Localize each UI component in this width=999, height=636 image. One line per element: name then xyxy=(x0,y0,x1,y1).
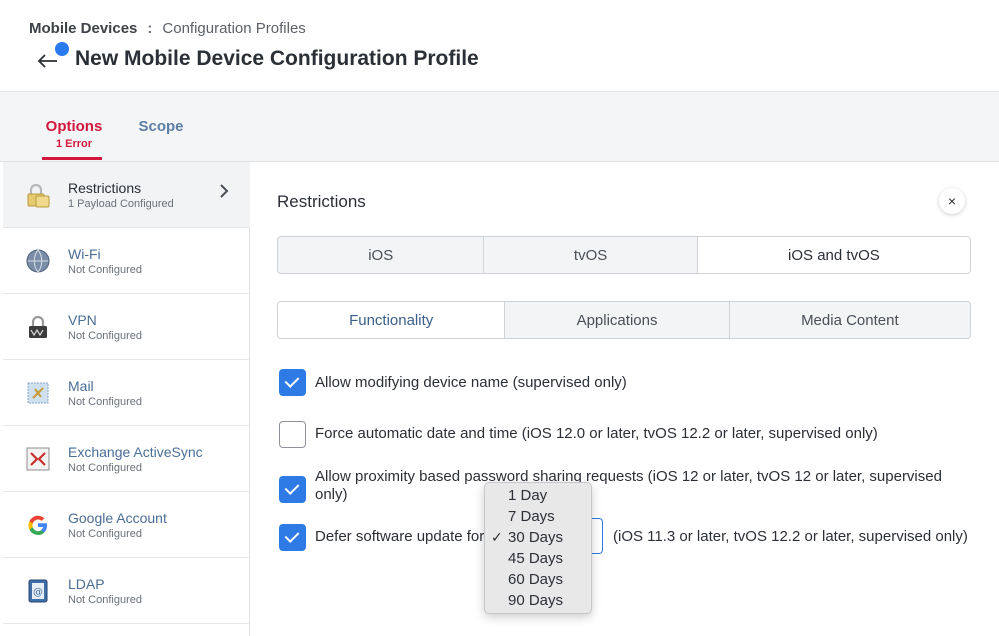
checkbox-checked[interactable] xyxy=(279,369,306,396)
dropdown-option-label: 30 Days xyxy=(508,529,564,546)
dropdown-option-label: 1 Day xyxy=(508,487,548,504)
globe-icon xyxy=(25,248,51,274)
sidebar-item-title: Wi-Fi xyxy=(68,246,101,262)
category-tab-functionality[interactable]: Functionality xyxy=(278,302,506,338)
payload-sidebar: Restrictions 1 Payload Configured Wi-Fi … xyxy=(3,162,250,636)
sidebar-item-title: Mail xyxy=(68,378,94,394)
dropdown-option-45-days[interactable]: 45 Days xyxy=(485,548,591,569)
platform-tab-ios-and-tvos[interactable]: iOS and tvOS xyxy=(697,237,970,273)
sidebar-item-title: Exchange ActiveSync xyxy=(68,444,203,460)
sidebar-item-title: Restrictions xyxy=(68,180,142,196)
sidebar-item-status: Not Configured xyxy=(68,528,142,540)
chevron-right-icon xyxy=(219,184,229,203)
dropdown-option-label: 60 Days xyxy=(508,571,564,588)
active-tab-underline xyxy=(42,157,102,160)
tab-options-label: Options xyxy=(45,118,103,135)
padlock-icon xyxy=(25,182,51,208)
sidebar-item-title: Google Account xyxy=(68,510,167,526)
tab-bar: Options 1 Error Scope xyxy=(0,92,999,162)
platform-tab-ios[interactable]: iOS xyxy=(278,237,485,273)
sidebar-item-status: Not Configured xyxy=(68,264,142,276)
sidebar-item-status: 1 Payload Configured xyxy=(68,198,174,210)
dropdown-option-7-days[interactable]: 7 Days xyxy=(485,506,591,527)
dropdown-option-label: 7 Days xyxy=(508,508,555,525)
svg-text:@: @ xyxy=(33,587,43,598)
dropdown-option-90-days[interactable]: 90 Days xyxy=(485,590,591,611)
sidebar-item-google-account[interactable]: Google Account Not Configured xyxy=(3,492,250,558)
dropdown-option-label: 45 Days xyxy=(508,550,564,567)
dropdown-option-60-days[interactable]: 60 Days xyxy=(485,569,591,590)
dropdown-option-label: 90 Days xyxy=(508,592,564,609)
sidebar-item-status: Not Configured xyxy=(68,396,142,408)
focus-indicator xyxy=(55,42,69,56)
sidebar-item-title: LDAP xyxy=(68,576,105,592)
vpn-lock-icon xyxy=(25,314,51,340)
defer-days-dropdown: 1 Day 7 Days ✓ 30 Days 45 Days 60 Days 90… xyxy=(484,482,592,614)
tab-scope[interactable]: Scope xyxy=(138,118,184,135)
option-label: Allow modifying device name (supervised … xyxy=(315,374,627,391)
option-label-line-1: Allow proximity based password sharing r… xyxy=(315,468,942,485)
option-label-line-2: only) xyxy=(315,486,348,503)
sidebar-item-status: Not Configured xyxy=(68,462,142,474)
category-tab-applications[interactable]: Applications xyxy=(505,302,730,338)
dropdown-option-1-day[interactable]: 1 Day xyxy=(485,485,591,506)
sidebar-item-vpn[interactable]: VPN Not Configured xyxy=(3,294,250,360)
breadcrumb-current[interactable]: Configuration Profiles xyxy=(162,20,305,37)
page-header: Mobile Devices : Configuration Profiles … xyxy=(0,0,999,92)
breadcrumb-separator: : xyxy=(147,20,153,37)
category-segmented-control: Functionality Applications Media Content xyxy=(277,301,971,339)
dropdown-option-30-days[interactable]: ✓ 30 Days xyxy=(485,527,591,548)
category-tab-media-content[interactable]: Media Content xyxy=(730,302,970,338)
tab-options[interactable]: Options 1 Error xyxy=(42,118,104,160)
sidebar-item-title: VPN xyxy=(68,312,97,328)
sidebar-item-mail[interactable]: Mail Not Configured xyxy=(3,360,250,426)
option-label: Force automatic date and time (iOS 12.0 … xyxy=(315,425,878,442)
sidebar-item-restrictions[interactable]: Restrictions 1 Payload Configured xyxy=(3,162,250,228)
checkbox-checked[interactable] xyxy=(279,524,306,551)
exchange-icon xyxy=(25,446,51,472)
checkmark-icon: ✓ xyxy=(491,529,503,545)
section-title: Restrictions xyxy=(277,192,366,211)
sidebar-item-status: Not Configured xyxy=(68,330,142,342)
sidebar-item-status: Not Configured xyxy=(68,594,142,606)
close-button[interactable]: × xyxy=(939,188,965,214)
breadcrumb-root[interactable]: Mobile Devices xyxy=(29,20,137,37)
option-label: Defer software update for xyxy=(315,528,485,545)
mail-stamp-icon xyxy=(25,380,51,406)
breadcrumb: Mobile Devices : Configuration Profiles xyxy=(29,20,306,37)
sidebar-item-wifi[interactable]: Wi-Fi Not Configured xyxy=(3,228,250,294)
sidebar-item-ldap[interactable]: @ LDAP Not Configured xyxy=(3,558,250,624)
checkbox-unchecked[interactable] xyxy=(279,421,306,448)
checkbox-checked[interactable] xyxy=(279,476,306,503)
platform-segmented-control: iOS tvOS iOS and tvOS xyxy=(277,236,971,274)
google-icon xyxy=(25,512,51,538)
payload-editor: Restrictions × iOS tvOS iOS and tvOS Fun… xyxy=(251,162,999,636)
tab-options-error-count: 1 Error xyxy=(55,138,93,150)
address-book-icon: @ xyxy=(25,578,51,604)
platform-tab-tvos[interactable]: tvOS xyxy=(484,237,698,273)
sidebar-item-exchange[interactable]: Exchange ActiveSync Not Configured xyxy=(3,426,250,492)
page-title: New Mobile Device Configuration Profile xyxy=(75,47,479,70)
defer-option-suffix: (iOS 11.3 or later, tvOS 12.2 or later, … xyxy=(613,528,968,545)
